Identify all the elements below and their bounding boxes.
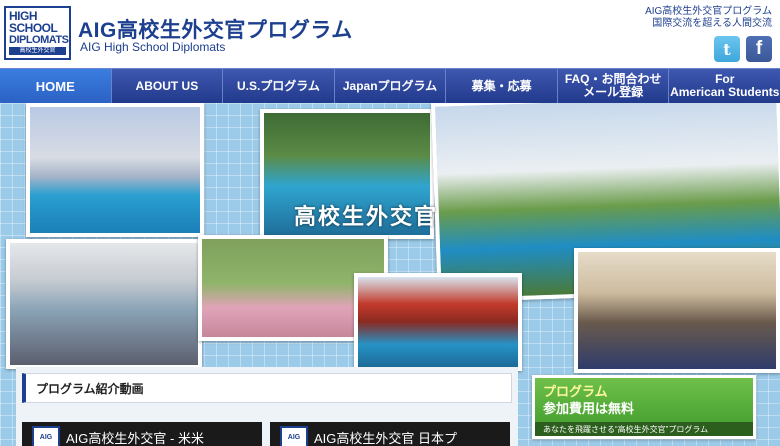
hero-caption: 高校生外交官 — [294, 204, 439, 229]
nav-item-home[interactable]: HOME — [0, 69, 112, 103]
facebook-icon[interactable]: f — [746, 36, 772, 62]
video-title: AIG高校生外交官 日本プ — [314, 430, 458, 446]
content-panel: プログラム紹介動画 AIG AIG高校生外交官 - 米米 AIG AIG高校生外… — [16, 367, 518, 446]
section-title: プログラム紹介動画 — [22, 373, 512, 403]
photo-capitol-group — [26, 103, 204, 237]
video-logo-icon: AIG — [280, 426, 308, 446]
photo-students-posing — [574, 248, 780, 373]
tagline: AIG高校生外交官プログラム 国際交流を超える人間交流 — [645, 6, 772, 30]
nav-item-about-us[interactable]: ABOUT US — [112, 69, 224, 103]
twitter-icon[interactable]: t — [714, 36, 740, 62]
site-logo[interactable]: HIGH SCHOOL DIPLOMATS 高校生外交官 — [4, 6, 71, 60]
tagline-line-1: AIG高校生外交官プログラム — [645, 6, 772, 17]
logo-line-2: SCHOOL — [9, 21, 58, 35]
logo-line-3: DIPLOMATS — [9, 34, 69, 46]
banner-line-2: 参加費用は無料 — [543, 401, 635, 416]
nav-item-american-line-2: American Students — [670, 85, 780, 99]
video-logo-icon: AIG — [32, 426, 60, 446]
photo-shrine-group — [354, 273, 522, 371]
hero-collage: 高校生外交官 プログラム紹介動画 AIG AIG高校生外交官 - 米米 AIG … — [0, 103, 780, 446]
site-subtitle: AIG High School Diplomats — [80, 40, 226, 54]
video-card[interactable]: AIG AIG高校生外交官 - 米米 — [22, 422, 262, 446]
nav-item-faq-line-2: メール登録 — [583, 85, 644, 99]
banner-line-3: あなたを飛躍させる“高校生外交官”プログラム — [535, 422, 753, 436]
video-card[interactable]: AIG AIG高校生外交官 日本プ — [270, 422, 510, 446]
site-header: HIGH SCHOOL DIPLOMATS 高校生外交官 AIG高校生外交官プロ… — [0, 0, 780, 68]
nav-item-american-students[interactable]: For American Students — [669, 69, 780, 103]
video-title: AIG高校生外交官 - 米米 — [66, 430, 204, 446]
logo-sub: 高校生外交官 — [9, 47, 66, 55]
nav-item-recruitment[interactable]: 募集・応募 — [446, 69, 558, 103]
photo-classroom — [6, 239, 202, 369]
nav-item-faq[interactable]: FAQ・お問合わせ メール登録 — [558, 69, 670, 103]
main-nav: HOME ABOUT US U.S.プログラム Japanプログラム 募集・応募… — [0, 68, 780, 103]
tagline-line-2: 国際交流を超える人間交流 — [652, 18, 772, 29]
free-program-banner[interactable]: プログラム 参加費用は無料 あなたを飛躍させる“高校生外交官”プログラム — [532, 375, 756, 439]
nav-item-japan-program[interactable]: Japanプログラム — [335, 69, 447, 103]
nav-item-us-program[interactable]: U.S.プログラム — [223, 69, 335, 103]
